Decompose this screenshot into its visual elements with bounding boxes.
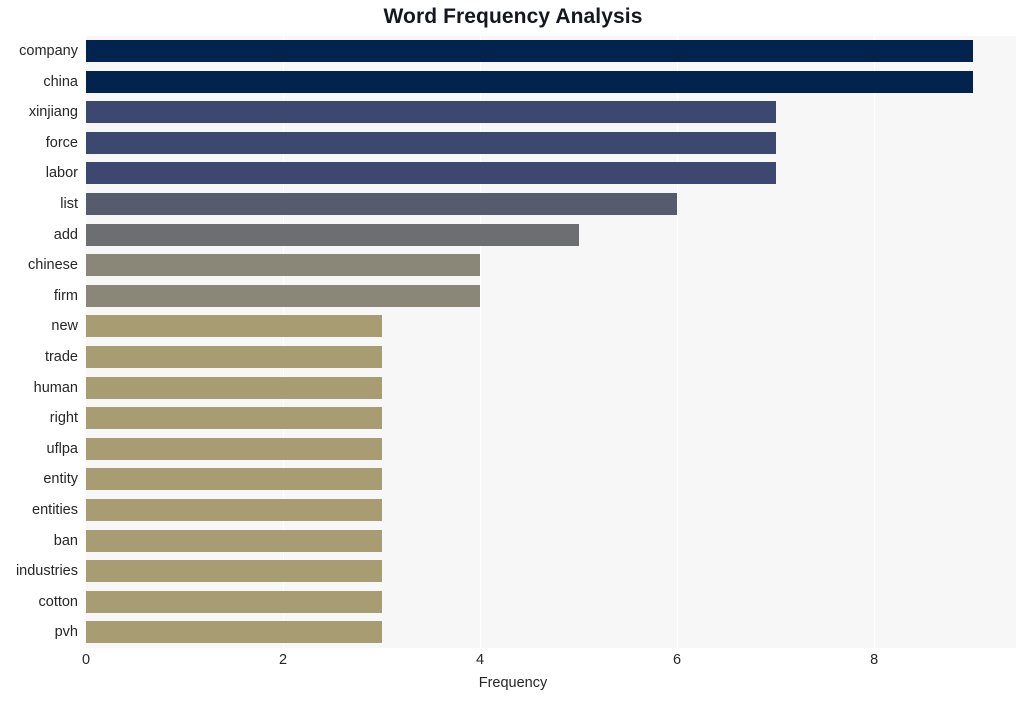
- y-tick-label: company: [19, 43, 78, 59]
- bar-entities: [86, 499, 382, 521]
- bar-list: [86, 193, 678, 215]
- chart-title: Word Frequency Analysis: [383, 5, 643, 28]
- y-tick-label: entity: [43, 471, 78, 488]
- bar-ban: [86, 529, 382, 552]
- x-tick-label: 4: [476, 652, 485, 668]
- bar-new: [86, 315, 382, 338]
- y-tick-label: xinjiang: [28, 104, 78, 121]
- y-tick-label: new: [51, 318, 78, 335]
- y-tick-label: pvh: [54, 624, 78, 641]
- y-tick-label: entities: [32, 502, 78, 518]
- bar-human: [86, 376, 382, 399]
- y-tick-label: labor: [45, 165, 78, 182]
- plot-area: [86, 36, 1016, 648]
- bar-force: [86, 131, 776, 154]
- x-tick-label: 8: [870, 652, 879, 668]
- bar-add: [86, 223, 579, 246]
- y-tick-label: uflpa: [46, 440, 78, 457]
- y-tick-label: trade: [44, 349, 78, 365]
- x-axis-title: Frequency: [478, 675, 548, 691]
- y-tick-label: right: [49, 410, 78, 427]
- y-tick-label: add: [53, 226, 78, 243]
- x-tick-label: 0: [81, 652, 91, 668]
- bar-right: [86, 407, 382, 430]
- bar-xinjiang: [86, 101, 776, 124]
- bar-entity: [86, 468, 382, 491]
- bar-uflpa: [86, 437, 382, 460]
- bar-labor: [86, 162, 776, 185]
- y-tick-label: firm: [53, 287, 78, 304]
- word-frequency-chart: Word Frequency Analysis company china xinj…: [0, 0, 1026, 701]
- bar-industries: [86, 560, 382, 583]
- bars-layer: [86, 36, 1016, 648]
- y-tick-label: chinese: [28, 257, 78, 274]
- x-tick-label: 6: [673, 652, 682, 668]
- y-axis-tick-labels: company china xinjiang force labor list add chi…: [0, 36, 78, 648]
- y-tick-label: cotton: [38, 593, 79, 610]
- y-tick-label: china: [43, 73, 78, 90]
- bar-china: [86, 70, 973, 93]
- y-tick-label: force: [45, 134, 78, 151]
- y-tick-label: ban: [53, 532, 78, 549]
- bar-cotton: [86, 590, 382, 613]
- x-tick-label: 2: [278, 652, 288, 668]
- y-tick-label: industries: [15, 563, 78, 580]
- bar-company: [86, 40, 973, 62]
- bar-pvh: [86, 621, 382, 644]
- bar-firm: [86, 284, 481, 307]
- x-axis-tick-labels: 0 2 4 6 8: [82, 652, 1016, 674]
- y-tick-label: human: [33, 379, 78, 396]
- bar-trade: [86, 346, 382, 368]
- y-tick-label: list: [60, 196, 78, 212]
- bar-chinese: [86, 254, 481, 277]
